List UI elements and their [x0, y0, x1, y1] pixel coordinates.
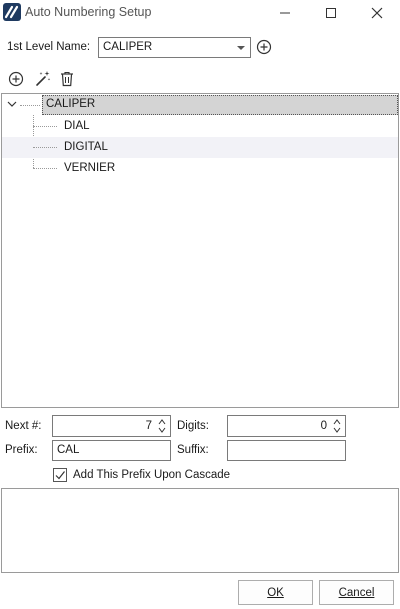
minimize-button[interactable] — [262, 0, 308, 26]
close-button[interactable] — [354, 0, 400, 26]
tree-node-label: DIGITAL — [64, 141, 108, 153]
suffix-label: Suffix: — [177, 444, 209, 456]
tree-node-label: DIAL — [64, 120, 90, 132]
title-bar: Auto Numbering Setup — [0, 0, 400, 26]
digits-input[interactable]: 0 — [227, 415, 346, 437]
close-icon — [371, 7, 383, 19]
tree-connector — [33, 168, 57, 169]
prefix-input[interactable]: CAL — [52, 440, 171, 461]
tree-node-row[interactable]: VERNIER — [2, 158, 398, 179]
level-name-combobox[interactable]: CALIPER — [98, 37, 251, 58]
tree-root-row[interactable]: CALIPER — [2, 94, 398, 115]
add-node-button[interactable] — [8, 71, 24, 90]
delete-node-button[interactable] — [60, 71, 74, 90]
window-title: Auto Numbering Setup — [25, 5, 152, 19]
chevron-down-icon — [237, 46, 245, 50]
cascade-prefix-checkbox[interactable] — [53, 468, 67, 482]
add-circle-icon — [256, 39, 272, 55]
checkmark-icon — [55, 471, 65, 480]
magic-wand-icon — [36, 71, 51, 86]
add-level-button[interactable] — [256, 39, 272, 58]
tree-root-selection — [42, 95, 398, 115]
tree-connector — [33, 126, 57, 127]
tree-root-label: CALIPER — [46, 98, 96, 110]
spinner-arrows-icon[interactable] — [156, 417, 168, 435]
trash-icon — [61, 71, 73, 87]
tree-node-row[interactable]: DIAL — [2, 116, 398, 137]
next-number-label: Next #: — [5, 420, 42, 432]
digits-value: 0 — [320, 420, 327, 432]
prefix-label: Prefix: — [5, 444, 38, 456]
spinner-arrows-icon[interactable] — [331, 417, 343, 435]
maximize-icon — [326, 8, 336, 18]
prefix-value: CAL — [57, 444, 80, 456]
cascade-prefix-label[interactable]: Add This Prefix Upon Cascade — [73, 469, 230, 481]
next-number-value: 7 — [145, 420, 152, 432]
tree-connector — [20, 105, 40, 106]
suffix-input[interactable] — [227, 440, 346, 461]
level-name-label: 1st Level Name: — [7, 41, 91, 53]
level-name-value: CALIPER — [103, 41, 153, 53]
maximize-button[interactable] — [308, 0, 354, 26]
chevron-down-icon[interactable] — [7, 101, 17, 108]
tree-node-label: VERNIER — [64, 162, 116, 174]
minimize-icon — [280, 12, 290, 14]
next-number-input[interactable]: 7 — [52, 415, 171, 437]
tree-node-row[interactable]: DIGITAL — [2, 137, 398, 158]
ok-button[interactable]: OK — [238, 580, 313, 605]
digits-label: Digits: — [177, 420, 209, 432]
cancel-button[interactable]: Cancel — [319, 580, 394, 605]
tree-connector — [33, 147, 57, 148]
app-logo-icon — [3, 3, 21, 21]
description-textarea[interactable] — [1, 488, 399, 573]
add-circle-icon — [8, 71, 24, 87]
numbering-tree[interactable]: CALIPER DIAL DIGITAL VERNIER — [1, 93, 399, 408]
edit-node-button[interactable] — [34, 70, 52, 91]
